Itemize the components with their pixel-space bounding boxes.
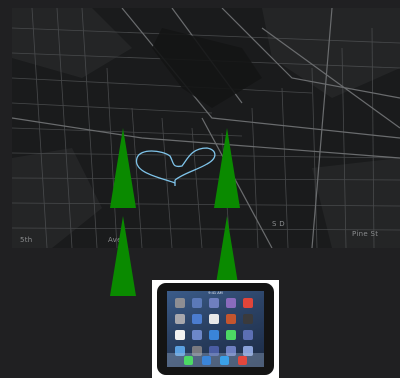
app-icon bbox=[209, 330, 219, 340]
dock-app-icon bbox=[220, 355, 229, 365]
tablet-dock bbox=[167, 353, 264, 367]
app-icon bbox=[175, 330, 185, 340]
marker-triangle[interactable] bbox=[214, 128, 240, 208]
app-icon bbox=[226, 330, 236, 340]
tablet-home-screen: 9:41 AM bbox=[167, 291, 264, 367]
app-icon bbox=[226, 314, 236, 324]
dock-app-icon bbox=[238, 355, 247, 365]
dock-app-icon bbox=[184, 355, 193, 365]
app-icon bbox=[243, 330, 253, 340]
tablet-status-bar: 9:41 AM bbox=[208, 291, 223, 295]
app-icon bbox=[192, 314, 202, 324]
app-icon-grid bbox=[175, 298, 259, 356]
app-icon bbox=[209, 298, 219, 308]
app-icon bbox=[243, 314, 253, 324]
app-icon bbox=[209, 314, 219, 324]
map-label: S D bbox=[272, 220, 285, 228]
tablet-thumbnail[interactable]: 9:41 AM bbox=[152, 280, 279, 378]
app-icon bbox=[175, 298, 185, 308]
app-icon bbox=[192, 298, 202, 308]
street-map bbox=[12, 8, 400, 248]
app-icon bbox=[243, 298, 253, 308]
map-view[interactable]: S D Pine St 5th Ave bbox=[12, 8, 400, 248]
map-label: Pine St bbox=[352, 230, 379, 238]
map-label: 5th bbox=[20, 236, 33, 244]
app-icon bbox=[175, 314, 185, 324]
dock-app-icon bbox=[202, 355, 211, 365]
app-icon bbox=[226, 298, 236, 308]
app-icon bbox=[192, 330, 202, 340]
tablet-device: 9:41 AM bbox=[157, 283, 274, 375]
app-canvas: S D Pine St 5th Ave 9:41 AM bbox=[0, 0, 400, 378]
marker-triangle[interactable] bbox=[110, 128, 136, 208]
marker-triangle[interactable] bbox=[110, 216, 136, 296]
